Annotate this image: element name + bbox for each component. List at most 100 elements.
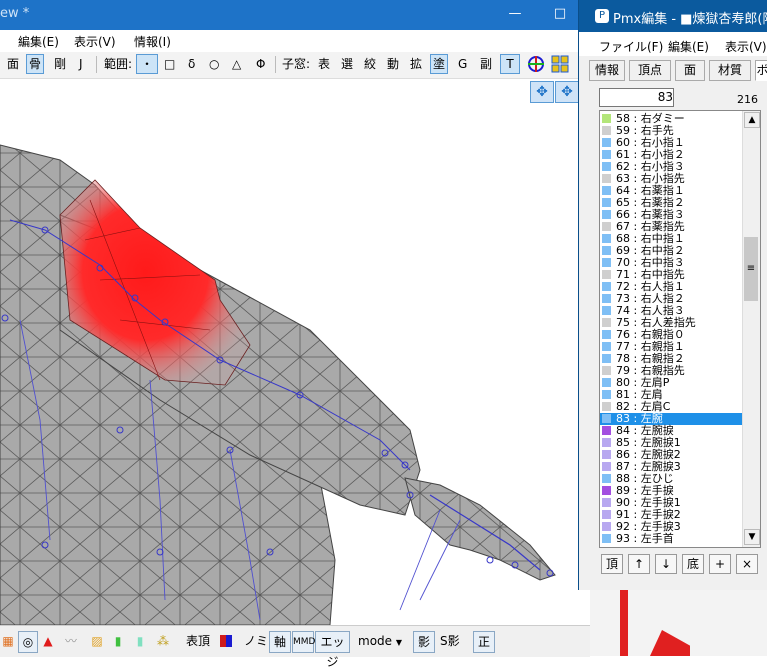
bone-color-swatch — [602, 258, 611, 267]
scroll-down-icon[interactable]: ▼ — [744, 529, 760, 545]
bone-color-swatch — [602, 390, 611, 399]
menu-info[interactable]: 情報(I) — [134, 33, 171, 50]
red-triangle-icon[interactable]: ▲ — [41, 631, 55, 651]
tab-info[interactable]: 情報 — [589, 60, 625, 81]
bone-list[interactable]: 58 : 右ダミー 59 : 右手先 60 : 右小指１ 61 : 右小指２ 62 : … — [599, 110, 761, 548]
range-circle-button[interactable]: ○ — [207, 55, 221, 73]
bone-color-swatch — [602, 426, 611, 435]
move-up-button[interactable]: ↑ — [628, 554, 650, 574]
green-capsule-icon[interactable]: ▮ — [112, 631, 124, 651]
bone-color-swatch — [602, 366, 611, 375]
mode-dropdown-label: mode — [358, 634, 393, 648]
color-swatch-icon[interactable] — [220, 635, 232, 647]
model-mesh-view[interactable] — [0, 79, 580, 625]
bone-color-swatch — [602, 414, 611, 423]
bone-color-swatch — [602, 282, 611, 291]
move-down-button[interactable]: ↓ — [655, 554, 677, 574]
bone-color-swatch — [602, 522, 611, 531]
child-filter-button[interactable]: 絞 — [362, 55, 378, 73]
axis-button[interactable]: 軸 — [269, 631, 291, 653]
child-select-button[interactable]: 選 — [339, 55, 355, 73]
3d-viewport[interactable]: ✥ ✥ — [0, 79, 580, 625]
edge-button[interactable]: エッジ — [315, 631, 350, 669]
child-paint-button[interactable]: 塗 — [430, 54, 449, 74]
bone-color-swatch — [602, 498, 611, 507]
move-bottom-button[interactable]: 底 — [682, 554, 704, 574]
app-icon: P — [595, 9, 609, 23]
mode-face-button[interactable]: 面 — [5, 55, 21, 73]
range-phi-button[interactable]: Φ — [254, 55, 267, 73]
minimize-icon[interactable]: — — [500, 0, 530, 30]
bone-color-swatch — [602, 174, 611, 183]
front-view-button[interactable]: 正 — [473, 631, 495, 653]
delete-button[interactable]: × — [736, 554, 758, 574]
show-top-button[interactable]: 表頂 — [186, 631, 210, 651]
child-group-button[interactable]: G — [456, 55, 469, 73]
toolbar-divider — [96, 56, 97, 73]
stripe-icon[interactable]: ▨ — [88, 631, 106, 651]
mode-rigid-button[interactable]: 剛 — [52, 55, 68, 73]
child-window-label: 子窓: — [282, 57, 311, 71]
wave-icon[interactable]: 〰 — [62, 631, 80, 651]
menu-view[interactable]: 表示(V) — [74, 33, 116, 50]
bone-color-swatch — [602, 378, 611, 387]
target-icon[interactable] — [527, 55, 545, 73]
menu-edit[interactable]: 編集(E) — [18, 33, 59, 50]
pan-view-icon[interactable]: ✥ — [555, 81, 579, 103]
bone-color-swatch — [602, 462, 611, 471]
range-triangle-button[interactable]: △ — [230, 55, 243, 73]
range-delta-button[interactable]: δ — [186, 55, 197, 73]
child-scale-button[interactable]: 拡 — [408, 55, 424, 73]
mode-joint-button[interactable]: J — [77, 55, 85, 73]
maximize-icon[interactable]: □ — [545, 0, 575, 30]
mode-dropdown[interactable]: mode ▼ — [358, 631, 408, 651]
scroll-thumb[interactable]: ≡ — [744, 237, 758, 301]
grid-color-icon[interactable] — [551, 55, 569, 73]
menu-edit[interactable]: 編集(E) — [668, 38, 709, 55]
bone-color-swatch — [602, 114, 611, 123]
pmx-menu-bar: ファイル(F) 編集(E) 表示(V) — [579, 32, 767, 56]
mode-bone-button[interactable]: 骨 — [26, 54, 45, 74]
teal-capsule-icon[interactable]: ▮ — [134, 631, 146, 651]
bone-color-swatch — [602, 402, 611, 411]
pmx-window-title: Pmx編集 - ■煉獄杏寿郎(隊服 — [613, 12, 767, 27]
bone-list-item[interactable]: 93 : 左手首 — [600, 533, 742, 545]
bone-color-swatch — [602, 342, 611, 351]
self-shadow-button[interactable]: S影 — [440, 631, 460, 651]
dots-icon[interactable]: ⁂ — [156, 631, 170, 651]
tab-vertex[interactable]: 頂点 — [629, 60, 671, 81]
pmx-editor-window: P Pmx編集 - ■煉獄杏寿郎(隊服 ファイル(F) 編集(E) 表示(V) … — [578, 0, 767, 590]
bone-color-swatch — [602, 198, 611, 207]
bone-color-swatch — [602, 318, 611, 327]
pmx-title-bar: P Pmx編集 - ■煉獄杏寿郎(隊服 — [579, 0, 767, 32]
bone-color-swatch — [602, 534, 611, 543]
bone-color-swatch — [602, 246, 611, 255]
mmd-button[interactable]: MMD — [292, 631, 315, 653]
scroll-up-icon[interactable]: ▲ — [744, 112, 760, 128]
list-scrollbar[interactable]: ▲ ≡ ▼ — [742, 111, 760, 547]
move-top-button[interactable]: 頂 — [601, 554, 623, 574]
child-t-button[interactable]: T — [500, 54, 520, 74]
pattern-icon[interactable]: ▦ — [2, 631, 14, 651]
range-point-button[interactable]: ・ — [136, 54, 158, 74]
bone-index-input[interactable]: 83 — [599, 88, 674, 107]
menu-file[interactable]: ファイル(F) — [599, 38, 663, 55]
target-circle-icon[interactable]: ◎ — [18, 631, 38, 653]
bone-color-swatch — [602, 210, 611, 219]
rotate-view-icon[interactable]: ✥ — [530, 81, 554, 103]
child-table-button[interactable]: 表 — [316, 55, 332, 73]
bone-label: 93 : 左手首 — [616, 532, 674, 545]
child-move-button[interactable]: 動 — [385, 55, 401, 73]
shadow-button[interactable]: 影 — [413, 631, 435, 653]
bone-color-swatch — [602, 126, 611, 135]
tab-material[interactable]: 材質 — [709, 60, 751, 81]
range-rect-button[interactable]: □ — [162, 55, 177, 73]
nomi-button[interactable]: ノミ — [244, 631, 268, 651]
tab-face[interactable]: 面 — [675, 60, 705, 81]
menu-view[interactable]: 表示(V) — [725, 38, 767, 55]
add-button[interactable]: + — [709, 554, 731, 574]
tab-bone[interactable]: ボ — [755, 60, 767, 81]
main-menu-bar: 編集(E) 表示(V) 情報(I) — [0, 30, 590, 52]
child-sub-button[interactable]: 副 — [478, 55, 494, 73]
bone-color-swatch — [602, 450, 611, 459]
